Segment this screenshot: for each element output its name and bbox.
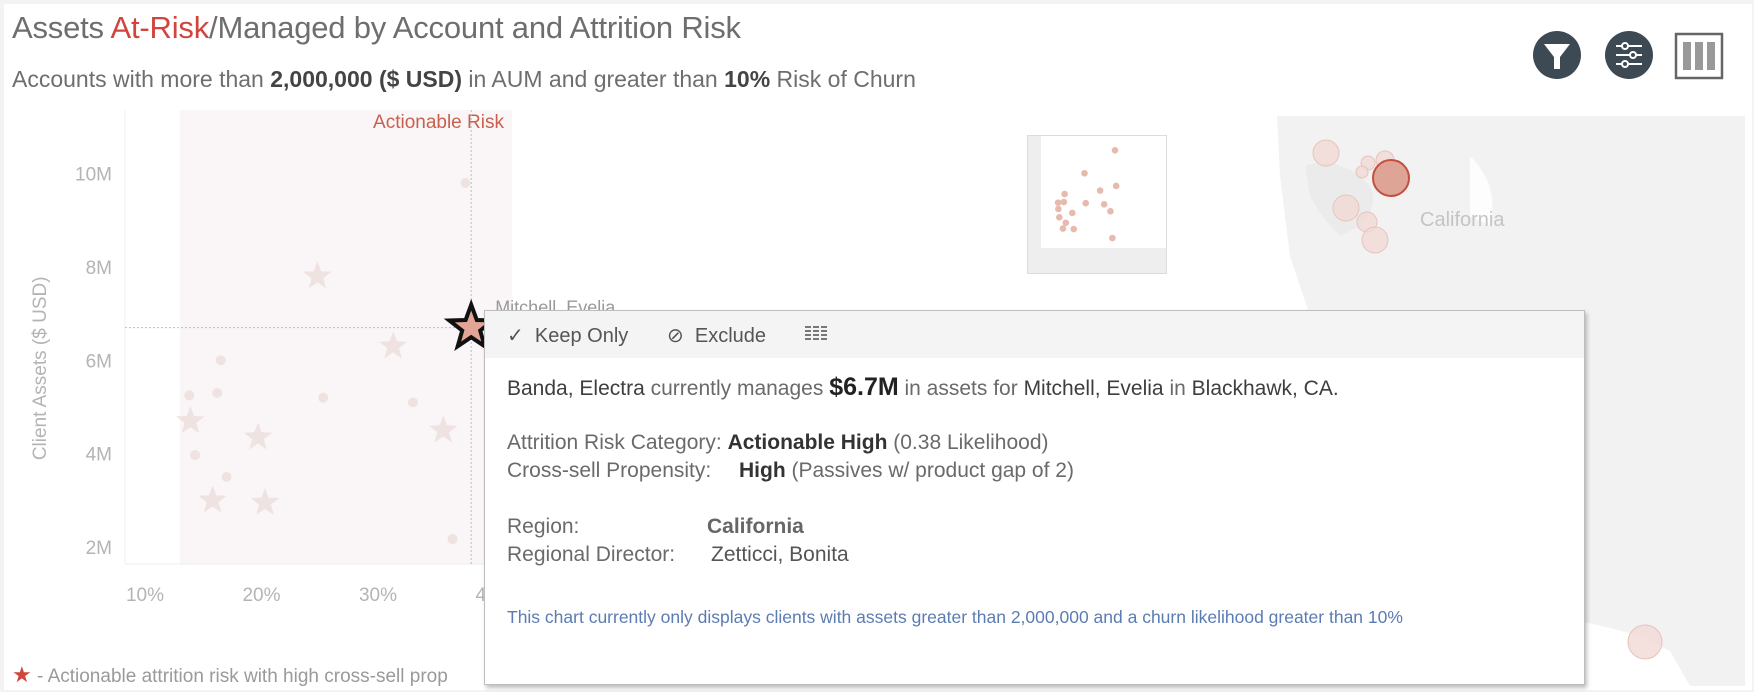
page-title: Assets At-Risk/Managed by Account and At… <box>12 10 741 46</box>
director-label: Regional Director: <box>507 543 676 566</box>
cross-sell-detail: (Passives w/ product gap of 2) <box>785 459 1074 482</box>
location-marker[interactable] <box>1361 226 1389 254</box>
title-text-rest: /Managed by Account and Attrition Risk <box>209 10 741 45</box>
y-tick-label: 6M <box>86 351 112 372</box>
title-text: Assets <box>12 10 111 45</box>
selected-location-marker[interactable] <box>1372 159 1410 197</box>
circle-point[interactable] <box>190 450 201 461</box>
director-row: Regional Director: Zetticci, Bonita <box>507 543 849 567</box>
summary-text: in <box>1163 377 1192 400</box>
table-icon <box>805 326 827 340</box>
minimap-point <box>1068 209 1076 217</box>
y-tick-label: 4M <box>86 445 112 466</box>
minimap-point <box>1055 205 1062 213</box>
minimap-point <box>1081 170 1088 177</box>
exclude-label: Exclude <box>694 325 767 347</box>
minimap-point <box>1060 198 1068 206</box>
minimap-svg <box>1041 136 1166 248</box>
region-label: Actionable Risk <box>373 112 504 133</box>
minimap-point <box>1109 234 1116 242</box>
attrition-risk-label: Attrition Risk Category: <box>507 431 728 454</box>
chart-legend: ★ - Actionable attrition risk with high … <box>12 662 448 688</box>
map-label-california: California <box>1420 209 1505 231</box>
client-location: Blackhawk, CA. <box>1191 377 1339 400</box>
region-value: California <box>707 515 804 538</box>
minimap-point <box>1061 190 1068 198</box>
subtitle-text: Accounts with more than <box>12 66 271 92</box>
attrition-risk-value: Actionable High <box>727 431 888 454</box>
region-label: Region: <box>507 515 580 538</box>
subtitle-text: in AUM and greater than <box>462 66 725 92</box>
controls-button[interactable] <box>1604 30 1654 80</box>
scatter-overview-minimap[interactable] <box>1027 135 1167 274</box>
minimap-point <box>1096 187 1104 194</box>
client-name: Mitchell, Evelia <box>1023 377 1164 400</box>
filter-button[interactable] <box>1532 30 1582 80</box>
region-row: Region: California <box>507 515 804 539</box>
assets-amount: $6.7M <box>829 373 899 401</box>
minimap-point <box>1082 199 1090 207</box>
circle-point[interactable] <box>212 387 223 398</box>
x-tick-label: 10% <box>126 585 164 606</box>
location-marker[interactable] <box>1312 139 1340 167</box>
check-icon: ✓ <box>507 325 524 347</box>
y-axis-title: Client Assets ($ USD) <box>30 276 51 460</box>
subtitle-churn-threshold: 10% <box>724 66 771 92</box>
circle-point[interactable] <box>184 390 195 401</box>
tooltip-toolbar: ✓ Keep Only ⊘ Exclude <box>485 311 1584 358</box>
minimap-point <box>1070 225 1078 233</box>
attrition-risk-detail: (0.38 Likelihood) <box>887 431 1049 454</box>
circle-point[interactable] <box>215 355 226 366</box>
attrition-risk-row: Attrition Risk Category: Actionable High… <box>507 431 1049 455</box>
column-view-button[interactable] <box>1674 30 1724 80</box>
circle-point[interactable] <box>460 177 471 188</box>
star-legend-icon: ★ <box>12 662 32 687</box>
circle-point[interactable] <box>221 471 232 482</box>
x-tick-label: 30% <box>359 585 397 606</box>
minimap-point <box>1056 214 1063 221</box>
view-data-button[interactable] <box>805 325 827 348</box>
minimap-point <box>1100 201 1108 208</box>
sliders-icon <box>1605 31 1653 79</box>
location-marker[interactable] <box>1355 165 1369 179</box>
minimap-point <box>1112 182 1120 190</box>
exclude-button[interactable]: ⊘ Exclude <box>667 323 766 348</box>
summary-text: currently manages <box>644 377 830 400</box>
exclude-icon: ⊘ <box>667 325 684 347</box>
subtitle-aum-threshold: 2,000,000 ($ USD) <box>270 66 463 92</box>
y-tick-label: 8M <box>86 258 112 279</box>
y-tick-label: 10M <box>75 165 112 186</box>
cross-sell-label: Cross-sell Propensity: <box>507 459 712 482</box>
minimap-point <box>1054 199 1062 206</box>
minimap-point <box>1059 225 1067 232</box>
circle-point[interactable] <box>447 534 458 545</box>
cross-sell-row: Cross-sell Propensity: High (Passives w/ … <box>507 459 1074 483</box>
location-marker[interactable] <box>1332 194 1360 222</box>
minimap-point <box>1107 207 1114 215</box>
page-subtitle: Accounts with more than 2,000,000 ($ USD… <box>12 66 916 93</box>
y-tick-label: 2M <box>86 538 112 559</box>
legend-text: - Actionable attrition risk with high cr… <box>31 666 448 687</box>
director-value: Zetticci, Bonita <box>711 543 849 566</box>
summary-text: in assets for <box>898 377 1024 400</box>
title-highlight: At-Risk <box>110 10 210 45</box>
circle-point[interactable] <box>318 392 329 403</box>
circle-point[interactable] <box>407 397 418 408</box>
minimap-point <box>1062 219 1070 227</box>
tooltip-summary: Banda, Electra currently manages $6.7M i… <box>507 373 1339 402</box>
keep-only-label: Keep Only <box>534 325 629 347</box>
advisor-name: Banda, Electra <box>507 377 645 400</box>
minimap-point <box>1111 147 1119 154</box>
location-marker[interactable] <box>1627 624 1663 660</box>
mark-tooltip: ✓ Keep Only ⊘ Exclude Banda, Electra cur… <box>484 310 1585 685</box>
cross-sell-value: High <box>739 459 786 482</box>
subtitle-text: Risk of Churn <box>770 66 916 92</box>
filter-icon <box>1533 31 1581 79</box>
x-tick-label: 20% <box>242 585 280 606</box>
columns-icon <box>1674 32 1724 80</box>
keep-only-button[interactable]: ✓ Keep Only <box>507 323 628 348</box>
tooltip-note: This chart currently only displays clien… <box>507 607 1403 627</box>
